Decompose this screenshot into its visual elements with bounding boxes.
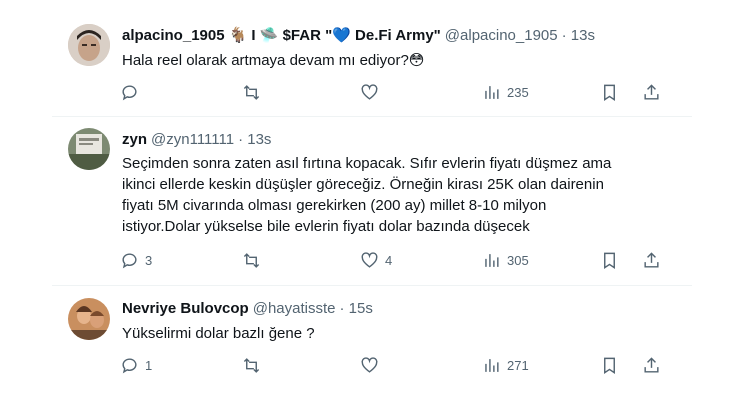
display-name[interactable]: alpacino_1905 [122,27,225,44]
views-button[interactable]: 271 [482,356,529,375]
bookmark-icon [604,252,615,269]
tweet-text: Hala reel olarak artmaya devam mı ediyor… [122,52,425,69]
tweet-text-line: ikinci ellerde keskin düşüşler göreceğiz… [122,176,604,193]
view-count: 271 [507,358,529,373]
retweet-icon [243,85,260,100]
tweet-text: Yükselirmi dolar bazlı ğene ? [122,325,315,342]
bookmark-button[interactable] [600,356,619,375]
heart-icon [361,252,378,268]
display-name[interactable]: Nevriye Bulovcop [122,300,249,317]
reply-button[interactable]: 1 [120,356,152,375]
view-count: 235 [507,85,529,100]
share-button[interactable] [642,251,661,270]
timestamp[interactable]: · 13s [238,131,271,148]
reply-icon [122,358,137,374]
reply-count: 1 [145,358,153,373]
user-handle[interactable]: @zyn111111 [151,131,234,148]
divider [52,285,692,286]
view-count: 305 [507,253,529,268]
reply-button[interactable]: 3 [120,251,152,270]
like-button[interactable] [360,83,385,102]
heart-icon [361,84,378,100]
heart-icon [361,357,378,373]
tweet-header: alpacino_1905 🐐 I 🛸 $FAR "💙 De.Fi Army" … [122,26,595,45]
retweet-button[interactable] [242,356,267,375]
tweet-text-line: fiyatı 5M civarında olması gerekirken (2… [122,197,547,214]
tweet[interactable]: zyn @zyn111111 · 13s Seçimden sonra zate… [0,118,730,286]
bookmark-button[interactable] [600,83,619,102]
share-icon [644,357,659,373]
reply-button[interactable] [120,83,145,102]
tweet-text-line: istiyor.Dolar yükselse bile evlerin fiya… [122,218,530,235]
views-button[interactable]: 305 [482,251,529,270]
bookmark-icon [604,357,615,374]
views-icon [485,359,499,372]
views-button[interactable]: 235 [482,83,529,102]
like-button[interactable]: 4 [360,251,392,270]
avatar[interactable] [68,298,110,340]
reply-count: 3 [145,253,153,268]
tweet-actions: 235 [120,83,670,105]
reply-icon [122,253,137,269]
bookmark-icon [604,84,615,101]
like-count: 4 [385,253,393,268]
retweet-icon [243,358,260,373]
display-name-decoration: 🐐 I 🛸 $FAR "💙 De.Fi Army" [228,27,441,44]
reply-icon [122,85,137,101]
tweet-text-line: Seçimden sonra zaten asıl fırtına kopaca… [122,155,612,172]
tweet-actions: 3 4 305 [120,251,670,273]
tweet[interactable]: Nevriye Bulovcop @hayatisste · 15s Yükse… [0,288,730,408]
tweet-actions: 1 271 [120,356,670,378]
tweet-header: Nevriye Bulovcop @hayatisste · 15s [122,300,373,317]
share-icon [644,84,659,100]
user-handle[interactable]: @hayatisste [253,300,336,317]
tweet[interactable]: alpacino_1905 🐐 I 🛸 $FAR "💙 De.Fi Army" … [0,14,730,114]
views-icon [485,254,499,267]
views-icon [485,86,499,99]
avatar[interactable] [68,128,110,170]
avatar[interactable] [68,24,110,66]
retweet-button[interactable] [242,83,267,102]
user-handle[interactable]: @alpacino_1905 [445,27,558,44]
tweet-header: zyn @zyn111111 · 13s [122,131,271,148]
retweet-button[interactable] [242,251,267,270]
display-name[interactable]: zyn [122,131,147,148]
timestamp[interactable]: · 13s [562,27,595,44]
bookmark-button[interactable] [600,251,619,270]
retweet-icon [243,253,260,268]
tweet-text: Seçimden sonra zaten asıl fırtına kopaca… [122,153,611,237]
timestamp[interactable]: · 15s [339,300,372,317]
like-button[interactable] [360,356,385,375]
share-icon [644,252,659,268]
divider [52,116,692,117]
share-button[interactable] [642,356,661,375]
share-button[interactable] [642,83,661,102]
